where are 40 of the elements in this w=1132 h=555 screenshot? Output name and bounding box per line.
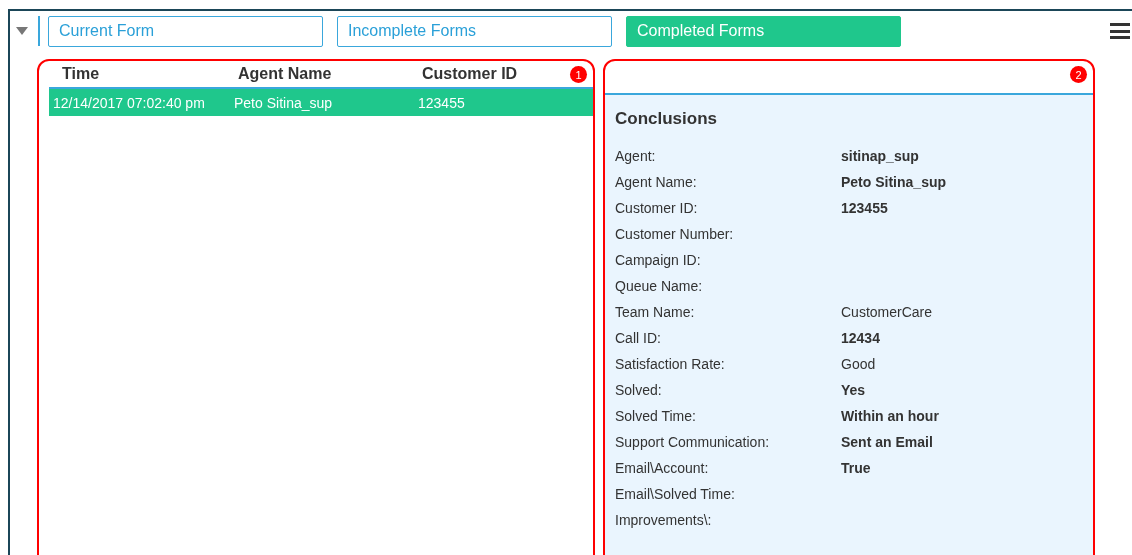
field-label: Customer Number: xyxy=(615,226,735,242)
callout-number: 2 xyxy=(1070,66,1087,83)
table-cell-text: Peto Sitina_sup xyxy=(234,94,334,111)
field-value: True xyxy=(841,460,872,476)
field-value: Good xyxy=(841,356,877,372)
field-value: Peto Sitina_sup xyxy=(841,174,948,190)
field-value: Sent an Email xyxy=(841,434,934,450)
field-label: Support Communication: xyxy=(615,434,771,450)
tab[interactable]: Completed Forms xyxy=(626,15,901,47)
field-label: Customer ID: xyxy=(615,200,699,216)
column-header: Customer ID xyxy=(422,65,518,84)
field-label: Team Name: xyxy=(615,304,696,320)
field-label: Queue Name: xyxy=(615,278,704,294)
field-label: Call ID: xyxy=(615,330,662,346)
field-value: CustomerCare xyxy=(841,304,934,320)
field-value: Yes xyxy=(841,382,867,398)
collapse-caret-icon[interactable] xyxy=(16,27,28,35)
field-value: Within an hour xyxy=(841,408,940,424)
table-row[interactable]: 12/14/2017 07:02:40 pm Peto Sitina_sup 123455 xyxy=(49,89,593,116)
column-header: Agent Name xyxy=(238,65,332,84)
field-label: Satisfaction Rate: xyxy=(615,356,726,372)
field-value: sitinap_sup xyxy=(841,148,920,164)
field-label: Agent Name: xyxy=(615,174,698,190)
section-title: Conclusions xyxy=(615,109,718,129)
table-cell-text: 12/14/2017 07:02:40 pm xyxy=(53,94,206,111)
field-label: Campaign ID: xyxy=(615,252,702,268)
field-label: Email\Solved Time: xyxy=(615,486,736,502)
tab[interactable]: Incomplete Forms xyxy=(337,15,612,47)
field-label: Agent: xyxy=(615,148,657,164)
field-label: Solved Time: xyxy=(615,408,697,424)
field-label: Improvements\: xyxy=(615,512,713,528)
tab[interactable]: Current Form xyxy=(48,15,323,47)
field-value: 12434 xyxy=(841,330,881,346)
field-value: 123455 xyxy=(841,200,889,216)
field-label: Solved: xyxy=(615,382,663,398)
column-header: Time xyxy=(62,65,100,84)
menu-icon[interactable] xyxy=(1110,21,1130,41)
callout-number: 1 xyxy=(570,66,587,83)
table-cell-text: 123455 xyxy=(418,94,466,111)
field-label: Email\Account: xyxy=(615,460,710,476)
